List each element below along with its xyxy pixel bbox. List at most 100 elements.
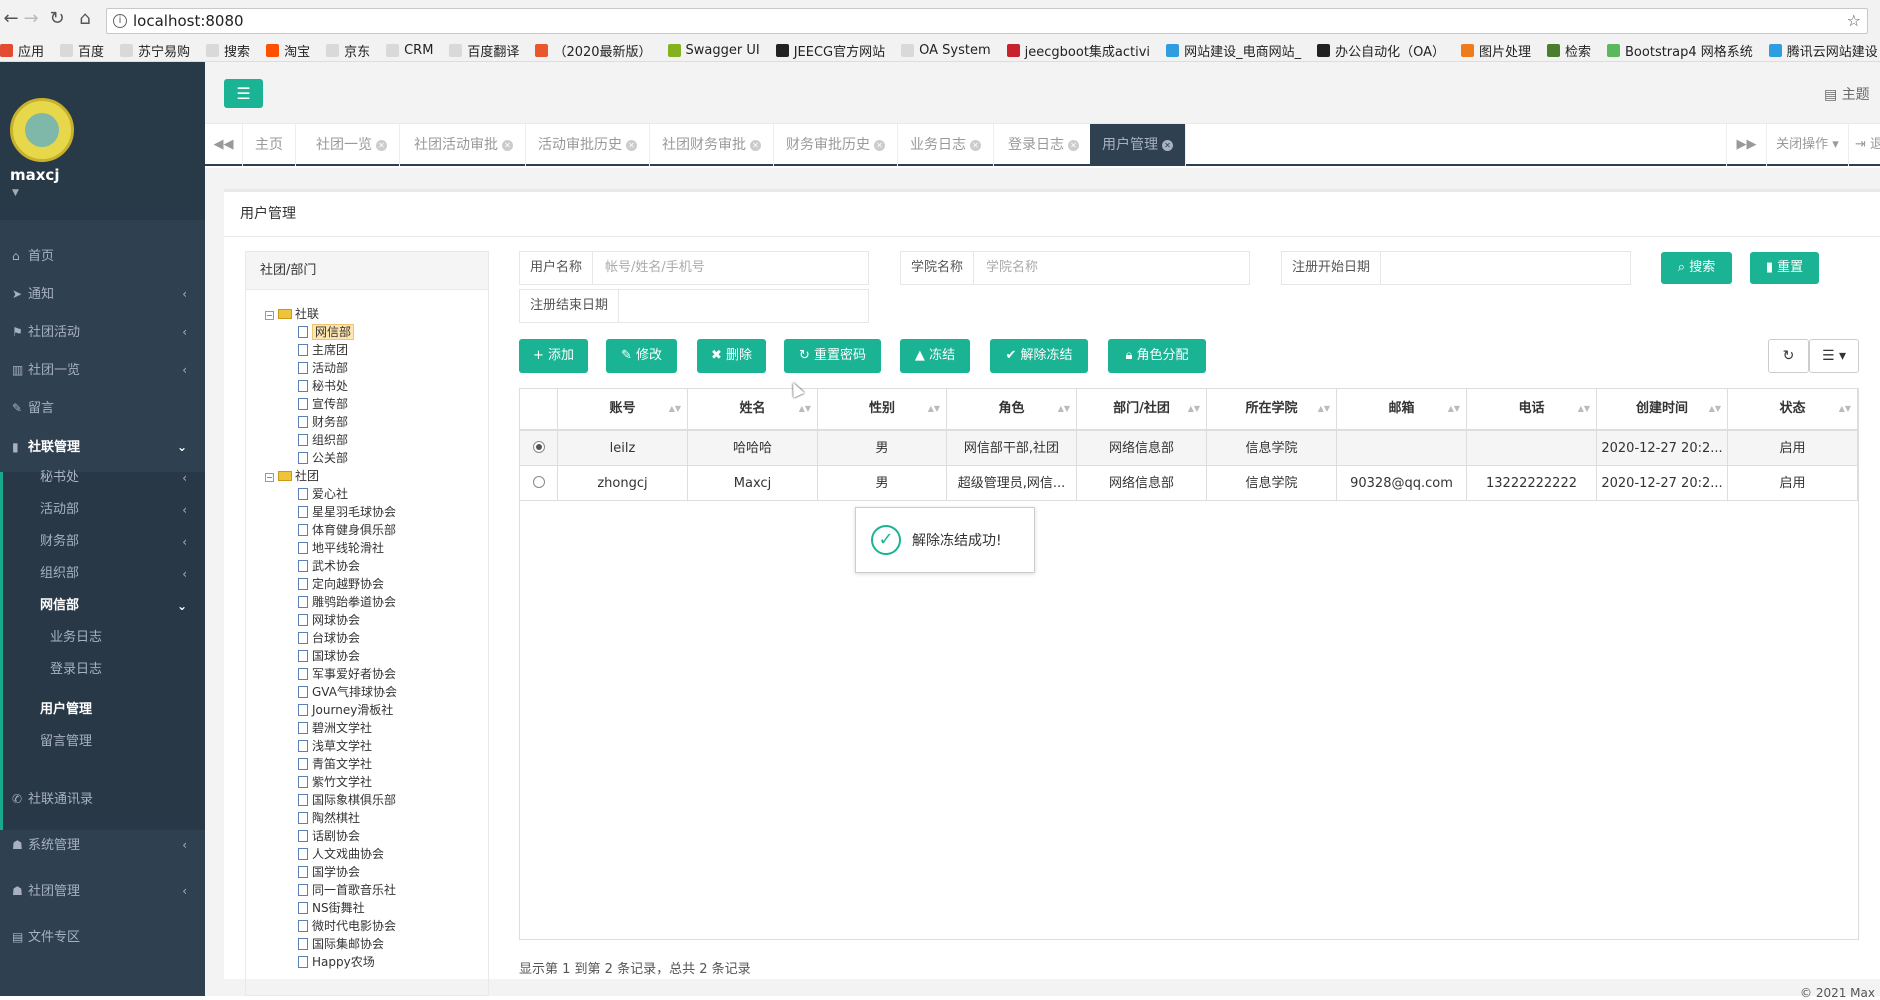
column-header[interactable]: 所在学院 ▲▼ <box>1207 389 1337 429</box>
tree-node[interactable]: 国学协会 <box>298 863 360 881</box>
logout-button[interactable]: ⇥ 退 <box>1848 124 1880 166</box>
bookmark-item[interactable]: Swagger UI <box>667 43 760 58</box>
bookmark-item[interactable]: 搜索 <box>206 41 250 60</box>
column-header[interactable]: 性别 ▲▼ <box>818 389 947 429</box>
tree-node[interactable]: 组织部 <box>298 431 348 449</box>
columns-toggle-button[interactable]: ☰ ▾ <box>1809 339 1859 373</box>
tree-node[interactable]: GVA气排球协会 <box>298 683 397 701</box>
collapse-icon[interactable]: − <box>265 311 274 320</box>
close-icon[interactable]: ✕ <box>750 140 761 151</box>
tab-4[interactable]: 社团财务审批 ✕ <box>650 124 774 166</box>
tree-node[interactable]: 宣传部 <box>298 395 348 413</box>
reset-password-button[interactable]: ↻ 重置密码 <box>784 339 881 373</box>
bookmark-item[interactable]: 图片处理 <box>1460 41 1531 60</box>
sidebar-sub-item-0[interactable]: 秘书处 ‹ <box>0 462 205 494</box>
sidebar-sub-item-2[interactable]: 财务部 ‹ <box>0 526 205 558</box>
row-select[interactable] <box>520 466 558 501</box>
column-header[interactable]: 创建时间 ▲▼ <box>1597 389 1728 429</box>
sidebar-item-bottom-0[interactable]: ✆ 社联通讯录 <box>0 782 205 816</box>
tree-node[interactable]: 爱心社 <box>298 485 348 503</box>
close-icon[interactable]: ✕ <box>502 140 513 151</box>
unfreeze-button[interactable]: ✔ 解除冻结 <box>990 339 1088 373</box>
info-icon[interactable]: i <box>113 14 127 28</box>
tree-node[interactable]: 主席团 <box>298 341 348 359</box>
tab-6[interactable]: 业务日志 ✕ <box>898 124 994 166</box>
bookmark-item[interactable]: （2020最新版） <box>535 41 652 60</box>
bookmark-item[interactable]: 百度 <box>60 41 104 60</box>
tree-node[interactable]: 国际象棋俱乐部 <box>298 791 396 809</box>
tree-node[interactable]: 台球协会 <box>298 629 360 647</box>
tree-node[interactable]: Happy农场 <box>298 953 375 971</box>
sidebar-item-bottom-3[interactable]: ▤ 文件专区 <box>0 920 205 954</box>
column-header[interactable]: 角色 ▲▼ <box>947 389 1077 429</box>
caret-down-icon[interactable]: ▼ <box>12 188 19 198</box>
close-ops-dropdown[interactable]: 关闭操作 ▾ <box>1766 124 1848 166</box>
tree-node[interactable]: 武术协会 <box>298 557 360 575</box>
tab-7[interactable]: 登录日志 ✕ <box>996 124 1092 166</box>
tree-node[interactable]: 微时代电影协会 <box>298 917 396 935</box>
sidebar-sub-item[interactable]: 留言管理 <box>0 726 205 758</box>
column-header[interactable]: 电话 ▲▼ <box>1467 389 1597 429</box>
sidebar-item-4[interactable]: ✎ 留言 <box>0 391 205 425</box>
tab-8[interactable]: 用户管理 ✕ <box>1090 124 1186 166</box>
tree-node[interactable]: 浅草文学社 <box>298 737 372 755</box>
tree-node[interactable]: 活动部 <box>298 359 348 377</box>
radio-button[interactable] <box>532 476 545 488</box>
sidebar-item-bottom-1[interactable]: ☗ 系统管理 ‹ <box>0 828 205 862</box>
bookmark-item[interactable]: JEECG官方网站 <box>775 41 885 60</box>
sidebar-sub-item-3[interactable]: 组织部 ‹ <box>0 558 205 590</box>
sidebar-item-1[interactable]: ➤ 通知 ‹ <box>0 277 205 311</box>
tab-1[interactable]: 社团一览 ✕ <box>304 124 400 166</box>
theme-button[interactable]: ▤ 主题 <box>1824 84 1870 104</box>
role-assign-button[interactable]: 🔒︎ 角色分配 <box>1108 339 1206 373</box>
bookmark-item[interactable]: 京东 <box>326 41 370 60</box>
tree-node[interactable]: 网球协会 <box>298 611 360 629</box>
tree-folder[interactable]: − 社联 <box>265 305 319 323</box>
tree-node[interactable]: 国际集邮协会 <box>298 935 384 953</box>
tabs-scroll-right-icon[interactable]: ▶▶ <box>1726 124 1766 166</box>
tree-node[interactable]: 同一首歌音乐社 <box>298 881 396 899</box>
bookmark-item[interactable]: 办公自动化（OA） <box>1317 41 1445 60</box>
reset-button[interactable]: ▮ 重置 <box>1750 252 1819 284</box>
bookmark-item[interactable]: jeecgboot集成activi <box>1006 41 1150 60</box>
sidebar-sub-item[interactable]: 用户管理 <box>0 694 205 726</box>
tree-node[interactable]: 地平线轮滑社 <box>298 539 384 557</box>
sidebar-sub-item-4[interactable]: 网信部 ⌄ <box>0 590 205 622</box>
college-input[interactable]: 学院名称 <box>974 252 1249 284</box>
forward-icon[interactable]: → <box>20 8 42 29</box>
sidebar-leaf-item[interactable]: 登录日志 <box>0 654 205 686</box>
tab-5[interactable]: 财务审批历史 ✕ <box>774 124 898 166</box>
tree-node[interactable]: Journey滑板社 <box>298 701 393 719</box>
add-button[interactable]: + 添加 <box>519 339 588 373</box>
sidebar-item-2[interactable]: ⚑ 社团活动 ‹ <box>0 315 205 349</box>
bookmark-item[interactable]: 苏宁易购 <box>120 41 190 60</box>
tree-node[interactable]: 话剧协会 <box>298 827 360 845</box>
tree-node[interactable]: 人文戏曲协会 <box>298 845 384 863</box>
radio-button[interactable] <box>532 441 545 453</box>
tab-0[interactable]: 主页 <box>243 124 296 166</box>
end-date-input[interactable] <box>619 290 868 322</box>
column-header[interactable]: 状态 ▲▼ <box>1728 389 1858 429</box>
tree-node[interactable]: 陶然棋社 <box>298 809 360 827</box>
refresh-table-button[interactable]: ↻ <box>1768 339 1809 373</box>
sidebar-item-3[interactable]: ▥ 社团一览 ‹ <box>0 353 205 387</box>
bookmark-item[interactable]: 腾讯云网站建设 <box>1768 41 1878 60</box>
tree-node[interactable]: NS街舞社 <box>298 899 365 917</box>
search-button[interactable]: ⌕ 搜索 <box>1661 252 1732 284</box>
close-icon[interactable]: ✕ <box>874 140 885 151</box>
close-icon[interactable]: ✕ <box>376 140 387 151</box>
tree-node[interactable]: 体育健身俱乐部 <box>298 521 396 539</box>
sidebar-sub-item-1[interactable]: 活动部 ‹ <box>0 494 205 526</box>
close-icon[interactable]: ✕ <box>1068 140 1079 151</box>
address-bar[interactable]: i localhost:8080 ☆ <box>106 8 1868 34</box>
tree-node[interactable]: 财务部 <box>298 413 348 431</box>
bookmark-item[interactable]: CRM <box>386 43 433 58</box>
delete-button[interactable]: ✖ 删除 <box>697 339 766 373</box>
collapse-icon[interactable]: − <box>265 473 274 482</box>
close-icon[interactable]: ✕ <box>626 140 637 151</box>
edit-button[interactable]: ✎ 修改 <box>606 339 677 373</box>
close-icon[interactable]: ✕ <box>970 140 981 151</box>
bookmark-item[interactable]: 应用 <box>0 41 44 60</box>
tree-folder[interactable]: − 社团 <box>265 467 319 485</box>
column-header[interactable]: 部门/社团 ▲▼ <box>1077 389 1207 429</box>
